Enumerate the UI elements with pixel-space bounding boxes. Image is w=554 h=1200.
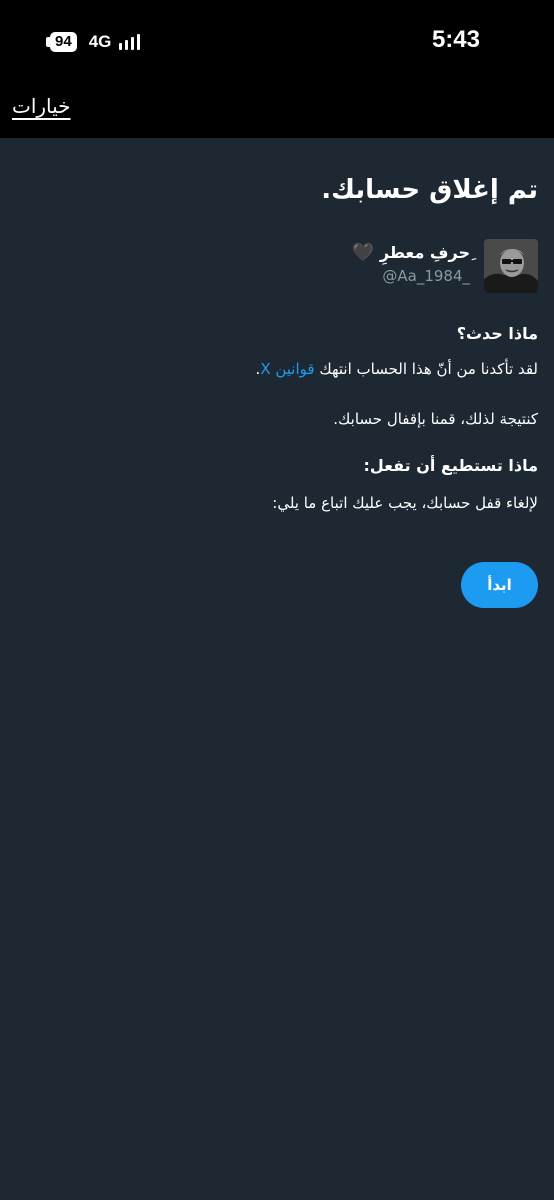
profile-name: ِحرفِ معطرِ	[379, 243, 470, 262]
what-can-you-do-title: ماذا تستطيع أن تفعل:	[363, 456, 538, 475]
top-bar: 94 4G 5:43 خيارات	[0, 0, 554, 138]
options-link[interactable]: خيارات	[12, 94, 71, 118]
profile-handle: @Aa_1984_	[382, 267, 470, 285]
what-happened-title: ماذا حدث؟	[456, 324, 538, 343]
what-happened-text: لقد تأكدنا من أنّ هذا الحساب انتهك قواني…	[256, 360, 538, 378]
home-indicator	[0, 1192, 554, 1200]
network-type: 4G	[88, 32, 112, 51]
main-content: تم إغلاق حسابك. ِحرفِ معطرِ 🖤 @Aa_1984_ …	[0, 138, 554, 1200]
page-title: تم إغلاق حسابك.	[321, 175, 538, 205]
clock: 5:43	[431, 26, 480, 53]
what-happened-text-start: لقد تأكدنا من أنّ هذا الحساب انتهك	[314, 360, 538, 378]
heart-icon: 🖤	[351, 242, 374, 263]
status-bar: 94 4G 5:43	[0, 22, 554, 62]
avatar-image	[484, 239, 538, 293]
start-button[interactable]: ابدأ	[461, 562, 538, 608]
profile-name-row: ِحرفِ معطرِ 🖤	[351, 242, 470, 263]
battery-icon: 94	[46, 32, 77, 52]
result-text: كنتيجة لذلك، قمنا بإقفال حسابك.	[333, 410, 538, 428]
account-card: ِحرفِ معطرِ 🖤 @Aa_1984_	[138, 239, 538, 295]
battery-level: 94	[50, 32, 77, 52]
signal-icon	[119, 34, 141, 50]
rules-link[interactable]: قوانين X	[260, 360, 314, 378]
what-can-you-do-text: لإلغاء قفل حسابك، يجب عليك اتباع ما يلي:	[272, 494, 538, 512]
avatar	[484, 239, 538, 293]
status-left: 94 4G	[46, 31, 141, 53]
